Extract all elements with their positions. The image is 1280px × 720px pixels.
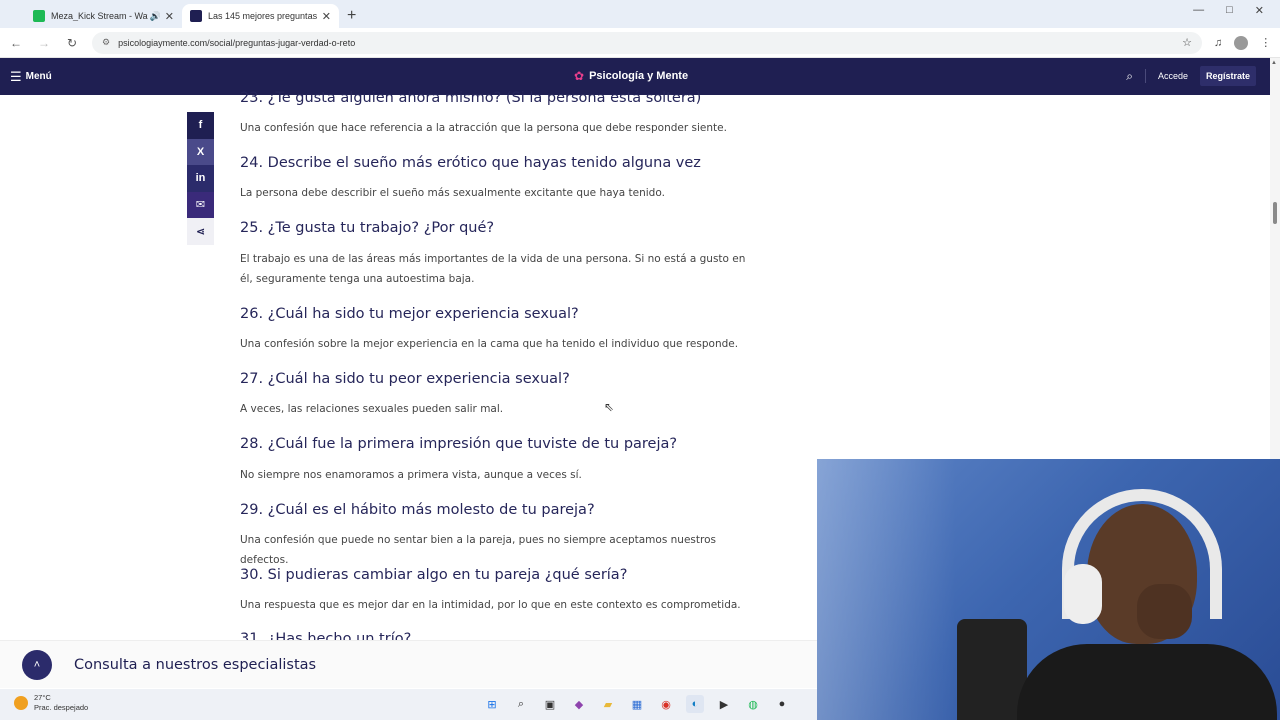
weather-widget[interactable]: 27°C Prac. despejado	[14, 693, 88, 713]
close-tab-icon[interactable]: ✕	[165, 10, 174, 23]
media-player-icon[interactable]: ▶	[715, 695, 733, 713]
edge-icon[interactable]: ◐	[686, 695, 704, 713]
email-share-button[interactable]: ✉	[187, 191, 214, 218]
share-icon: ⋖	[195, 225, 206, 238]
menu-button[interactable]: ☰ Menú	[10, 69, 52, 85]
facebook-icon: f	[198, 119, 203, 132]
file-explorer-icon[interactable]: ▰	[599, 695, 617, 713]
toolbar-right: ♫ ⋮	[1214, 35, 1271, 50]
scroll-up-arrow-icon[interactable]: ▲	[1271, 60, 1277, 66]
generic-share-button[interactable]: ⋖	[187, 218, 214, 245]
question-heading: 25. ¿Te gusta tu trabajo? ¿Por qué?	[240, 220, 495, 236]
divider	[1144, 69, 1146, 83]
site-info-icon[interactable]: ⚙	[102, 37, 110, 48]
question-description: Una respuesta que es mejor dar en la int…	[240, 599, 741, 611]
more-menu-icon[interactable]: ⋮	[1260, 36, 1271, 49]
kick-favicon-icon	[33, 10, 45, 22]
question-heading: 31. ¿Has hecho un trío?	[240, 631, 412, 640]
taskbar-apps: ⊞ ⌕ ▣ ◆ ▰ ▦ ◉ ◐ ▶ ◍ ●	[483, 695, 791, 713]
bookmark-star-icon[interactable]: ☆	[1182, 36, 1192, 49]
os-taskbar: 27°C Prac. despejado ⊞ ⌕ ▣ ◆ ▰ ▦ ◉ ◐ ▶ ◍…	[0, 689, 817, 720]
reload-icon[interactable]: ↻	[60, 36, 84, 50]
question-description: A veces, las relaciones sexuales pueden …	[240, 403, 504, 415]
weather-temp: 27°C	[34, 693, 51, 702]
consult-label[interactable]: Consulta a nuestros especialistas	[74, 657, 316, 673]
profile-avatar[interactable]	[1234, 35, 1249, 50]
question-description: Una confesión que hace referencia a la a…	[240, 122, 727, 134]
x-share-button[interactable]: X	[187, 138, 214, 165]
close-window-button[interactable]: ✕	[1255, 4, 1264, 17]
browser-tab-kick[interactable]: Meza_Kick Stream - Watch Live 🔊 ✕	[25, 4, 182, 28]
article-content: 23. ¿Te gusta alguien ahora mismo? (Si l…	[240, 0, 760, 640]
question-description: Una confesión que puede no sentar bien a…	[240, 534, 716, 566]
psicologia-favicon-icon	[190, 10, 202, 22]
search-icon[interactable]: ⌕	[1126, 69, 1133, 84]
window-controls: — □ ✕	[1193, 4, 1280, 17]
facebook-share-button[interactable]: f	[187, 112, 214, 139]
webcam-headset-cup	[1064, 564, 1102, 624]
webcam-person-body	[1017, 644, 1277, 720]
question-heading: 24. Describe el sueño más erótico que ha…	[240, 155, 701, 171]
header-actions: ⌕ Accede Regístrate	[1126, 66, 1256, 86]
webcam-person-hand	[1137, 584, 1192, 639]
question-heading: 29. ¿Cuál es el hábito más molesto de tu…	[240, 502, 595, 518]
question-heading: 28. ¿Cuál fue la primera impresión que t…	[240, 436, 678, 452]
store-icon[interactable]: ▦	[628, 695, 646, 713]
question-description: No siempre nos enamoramos a primera vist…	[240, 469, 582, 481]
hamburger-icon: ☰	[10, 68, 22, 84]
linkedin-share-button[interactable]: in	[187, 165, 214, 192]
spotify-icon[interactable]: ◍	[744, 695, 762, 713]
minimize-button[interactable]: —	[1193, 4, 1204, 17]
chevron-up-icon: ˄	[33, 658, 41, 671]
search-icon[interactable]: ⌕	[512, 695, 530, 713]
question-description: Una confesión sobre la mejor experiencia…	[240, 338, 739, 350]
copilot-icon[interactable]: ◆	[570, 695, 588, 713]
maximize-button[interactable]: □	[1226, 4, 1233, 17]
weather-sun-icon	[14, 696, 28, 710]
question-heading: 27. ¿Cuál ha sido tu peor experiencia se…	[240, 371, 570, 387]
scrollbar-thumb[interactable]	[1273, 202, 1277, 224]
question-heading: 30. Si pudieras cambiar algo en tu parej…	[240, 567, 628, 583]
email-icon: ✉	[195, 199, 206, 212]
x-twitter-icon: X	[196, 145, 205, 158]
tab-title: Meza_Kick Stream - Watch Live	[51, 11, 148, 21]
mouse-cursor-icon: ⇖	[604, 400, 615, 414]
task-view-icon[interactable]: ▣	[541, 695, 559, 713]
menu-label: Menú	[25, 71, 52, 82]
media-control-icon[interactable]: ♫	[1214, 37, 1222, 49]
question-description: La persona debe describir el sueño más s…	[240, 187, 665, 199]
question-description: El trabajo es una de las áreas más impor…	[240, 253, 746, 285]
register-button[interactable]: Regístrate	[1199, 66, 1256, 86]
share-bar: f X in ✉ ⋖	[187, 112, 214, 245]
obs-icon[interactable]: ●	[773, 695, 791, 713]
windows-start-icon[interactable]: ⊞	[483, 695, 501, 713]
webcam-overlay	[817, 459, 1280, 720]
forward-arrow-icon[interactable]: →	[32, 36, 56, 50]
consult-banner[interactable]: ˄ Consulta a nuestros especialistas	[0, 640, 817, 688]
question-heading: 23. ¿Te gusta alguien ahora mismo? (Si l…	[240, 90, 702, 106]
back-arrow-icon[interactable]: ←	[4, 36, 28, 50]
scroll-to-top-button[interactable]: ˄	[22, 649, 52, 680]
question-heading: 26. ¿Cuál ha sido tu mejor experiencia s…	[240, 306, 579, 322]
linkedin-icon: in	[195, 172, 206, 185]
login-link[interactable]: Accede	[1158, 71, 1188, 81]
speaker-icon[interactable]: 🔊	[150, 11, 161, 22]
weather-desc: Prac. despejado	[34, 703, 89, 712]
weather-text: 27°C Prac. despejado	[34, 693, 88, 713]
chrome-icon[interactable]: ◉	[657, 695, 675, 713]
